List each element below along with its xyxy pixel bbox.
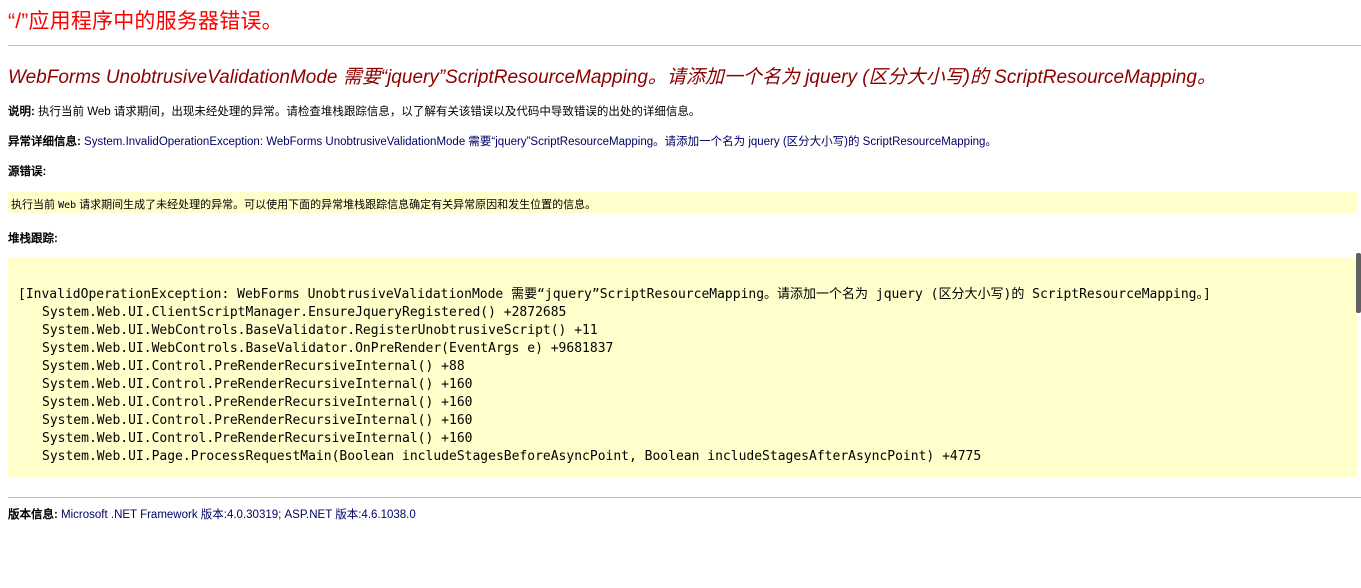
version-divider bbox=[8, 497, 1361, 498]
stack-trace-scrollbar[interactable] bbox=[1356, 253, 1361, 313]
version-info-label: 版本信息: bbox=[8, 509, 58, 521]
stack-frame: System.Web.UI.Control.PreRenderRecursive… bbox=[42, 413, 473, 428]
stack-frame: System.Web.UI.Control.PreRenderRecursive… bbox=[42, 395, 473, 410]
title-divider bbox=[8, 45, 1361, 46]
stack-frame: System.Web.UI.WebControls.BaseValidator.… bbox=[42, 323, 598, 338]
exception-details-label: 异常详细信息: bbox=[8, 136, 81, 148]
source-error-text: 执行当前 Web 请求期间生成了未经处理的异常。可以使用下面的异常堆栈跟踪信息确… bbox=[11, 196, 596, 212]
stack-frame: System.Web.UI.Page.ProcessRequestMain(Bo… bbox=[42, 449, 982, 464]
version-info-line: 版本信息: Microsoft .NET Framework 版本:4.0.30… bbox=[8, 506, 416, 522]
stack-trace-label: 堆栈跟踪: bbox=[8, 233, 58, 245]
description-label: 说明: bbox=[8, 106, 35, 118]
source-error-box: 执行当前 Web 请求期间生成了未经处理的异常。可以使用下面的异常堆栈跟踪信息确… bbox=[8, 192, 1357, 213]
source-error-label-line: 源错误: bbox=[8, 163, 46, 179]
stack-frame: System.Web.UI.Control.PreRenderRecursive… bbox=[42, 359, 465, 374]
stack-trace-label-line: 堆栈跟踪: bbox=[8, 230, 58, 246]
stack-trace: [InvalidOperationException: WebForms Uno… bbox=[18, 286, 1211, 466]
error-heading: WebForms UnobtrusiveValidationMode 需要“jq… bbox=[8, 67, 1216, 88]
version-info-text: Microsoft .NET Framework 版本:4.0.30319; A… bbox=[61, 509, 416, 521]
stack-frame: System.Web.UI.Control.PreRenderRecursive… bbox=[42, 377, 473, 392]
source-error-text-mono: Web bbox=[58, 200, 77, 211]
stack-frame: System.Web.UI.WebControls.BaseValidator.… bbox=[42, 341, 614, 356]
exception-details-line: 异常详细信息: System.InvalidOperationException… bbox=[8, 133, 997, 149]
exception-details-text: System.InvalidOperationException: WebFor… bbox=[84, 136, 997, 148]
source-error-text-prefix: 执行当前 bbox=[11, 199, 59, 211]
stack-trace-box: [InvalidOperationException: WebForms Uno… bbox=[8, 258, 1357, 477]
stack-frame: System.Web.UI.ClientScriptManager.Ensure… bbox=[42, 305, 567, 320]
description-line: 说明: 执行当前 Web 请求期间，出现未经处理的异常。请检查堆栈跟踪信息，以了… bbox=[8, 103, 700, 119]
stack-trace-header: [InvalidOperationException: WebForms Uno… bbox=[18, 287, 1211, 302]
stack-frame: System.Web.UI.Control.PreRenderRecursive… bbox=[42, 431, 473, 446]
description-text: 执行当前 Web 请求期间，出现未经处理的异常。请检查堆栈跟踪信息，以了解有关该… bbox=[38, 106, 701, 118]
page-title: “/”应用程序中的服务器错误。 bbox=[8, 10, 283, 33]
error-page: “/”应用程序中的服务器错误。 WebForms UnobtrusiveVali… bbox=[0, 0, 1361, 588]
source-error-text-suffix: 请求期间生成了未经处理的异常。可以使用下面的异常堆栈跟踪信息确定有关异常原因和发… bbox=[76, 199, 597, 211]
source-error-label: 源错误: bbox=[8, 166, 47, 178]
